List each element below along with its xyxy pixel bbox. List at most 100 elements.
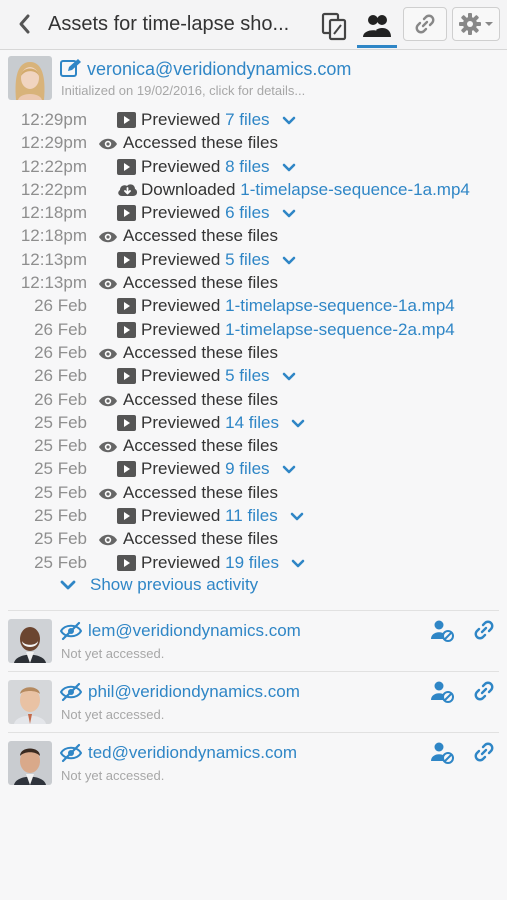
activity-verb: Previewed [141,552,221,572]
activity-verb: Accessed these files [123,529,278,549]
eye-slash-icon [60,621,82,641]
activity-time: 12:22pm [20,179,87,199]
invitee-status: Not yet accessed. [61,707,165,722]
activity-verb: Accessed these files [123,226,278,246]
owner-email[interactable]: veronica@veridiondynamics.com [87,59,351,80]
activity-target-link[interactable]: 9 files [225,459,269,478]
activity-time: 26 Feb [34,366,87,386]
chevron-down-icon[interactable] [290,504,304,527]
activity-text: Accessed these files [123,341,278,364]
activity-row: 12:29pm Accessed these files [0,131,507,154]
activity-text: Previewed 1-timelapse-sequence-1a.mp4 [141,294,455,317]
activity-target-link[interactable]: 5 files [225,250,269,269]
activity-verb: Previewed [141,319,221,339]
show-previous-label: Show previous activity [90,575,259,594]
chevron-down-icon[interactable] [291,551,305,574]
activity-row: 12:22pm Downloaded 1-timelapse-sequence-1… [0,178,507,201]
activity-time: 12:22pm [20,156,87,176]
activity-list: 12:29pm Previewed 7 files 12:29pm Accessed … [0,108,507,574]
play-icon [117,554,136,577]
activity-row: 26 Feb Accessed these files [0,341,507,364]
chevron-left-icon [19,14,30,34]
activity-row: 25 Feb Previewed 11 files [0,504,507,527]
activity-verb: Previewed [141,506,221,526]
activity-verb: Previewed [141,203,221,223]
activity-verb: Accessed these files [123,482,278,502]
activity-verb: Previewed [141,366,221,386]
activity-time: 25 Feb [34,529,87,549]
chevron-down-icon[interactable] [282,201,296,224]
activity-target-link[interactable]: 1-timelapse-sequence-2a.mp4 [225,320,455,339]
activity-row: 12:18pm Accessed these files [0,224,507,247]
tab-people[interactable] [357,7,397,48]
invitee-email[interactable]: lem@veridiondynamics.com [88,621,301,641]
owner-initialized-details[interactable]: Initialized on 19/02/2016, click for det… [61,83,305,98]
show-previous-activity-link[interactable]: Show previous activity [60,575,258,595]
activity-target-link[interactable]: 14 files [225,413,279,432]
activity-target-link[interactable]: 1-timelapse-sequence-1a.mp4 [225,296,455,315]
settings-dropdown-button[interactable] [452,7,500,41]
activity-time: 12:13pm [20,273,87,293]
activity-text: Previewed 11 files [141,504,304,528]
page-title: Assets for time-lapse sho... [48,13,290,35]
tab-files[interactable] [313,7,355,45]
activity-text: Accessed these files [123,434,278,457]
activity-text: Downloaded 1-timelapse-sequence-1a.mp4 [141,178,470,201]
activity-text: Previewed 5 files [141,364,296,388]
activity-row: 25 Feb Accessed these files [0,481,507,504]
share-link-button[interactable] [403,7,447,41]
activity-time: 12:29pm [20,133,87,153]
activity-time: 25 Feb [34,459,87,479]
activity-target-link[interactable]: 6 files [225,203,269,222]
invitee-status: Not yet accessed. [61,768,165,783]
activity-text: Accessed these files [123,131,278,154]
revoke-user-icon[interactable] [430,619,456,643]
chevron-down-icon[interactable] [282,108,296,131]
activity-time: 26 Feb [34,389,87,409]
activity-time: 26 Feb [34,342,87,362]
activity-verb: Previewed [141,110,221,129]
activity-time: 25 Feb [34,506,87,526]
gear-icon [459,13,481,35]
activity-verb: Accessed these files [123,342,278,362]
header-bar: Assets for time-lapse sho... [0,0,507,50]
activity-row: 12:22pm Previewed 8 files [0,155,507,178]
activity-target-link[interactable]: 19 files [225,553,279,572]
activity-verb: Downloaded [141,179,236,199]
activity-verb: Previewed [141,249,221,269]
copy-link-icon[interactable] [472,679,496,703]
eye-slash-icon [60,743,82,763]
activity-target-link[interactable]: 11 files [225,506,278,525]
copy-link-icon[interactable] [472,740,496,764]
activity-target-link[interactable]: 7 files [225,110,269,129]
invitee-email[interactable]: phil@veridiondynamics.com [88,682,300,702]
activity-row: 12:13pm Accessed these files [0,271,507,294]
activity-target-link[interactable]: 8 files [225,157,269,176]
revoke-user-icon[interactable] [430,680,456,704]
invitee-email[interactable]: ted@veridiondynamics.com [88,743,297,763]
activity-target-link[interactable]: 1-timelapse-sequence-1a.mp4 [240,180,470,199]
activity-text: Accessed these files [123,388,278,411]
copy-link-icon[interactable] [472,618,496,642]
chevron-down-icon[interactable] [291,411,305,434]
invitee-status: Not yet accessed. [61,646,165,661]
activity-time: 25 Feb [34,412,87,432]
activity-row: 25 Feb Previewed 19 files [0,551,507,574]
activity-time: 25 Feb [34,436,87,456]
revoke-user-icon[interactable] [430,741,456,765]
eye-slash-icon [60,682,82,702]
avatar [8,680,52,724]
activity-target-link[interactable]: 5 files [225,366,269,385]
activity-text: Accessed these files [123,271,278,294]
back-button[interactable] [14,10,38,38]
activity-row: 12:18pm Previewed 6 files [0,201,507,224]
chevron-down-icon[interactable] [282,364,296,387]
chevron-down-icon[interactable] [282,457,296,480]
edit-icon[interactable] [60,58,82,78]
chevron-down-icon[interactable] [282,155,296,178]
activity-row: 25 Feb Previewed 14 files [0,411,507,434]
activity-time: 12:29pm [20,110,87,129]
activity-verb: Accessed these files [123,436,278,456]
chevron-down-icon[interactable] [282,248,296,271]
activity-row: 12:29pm Previewed 7 files [0,108,507,131]
